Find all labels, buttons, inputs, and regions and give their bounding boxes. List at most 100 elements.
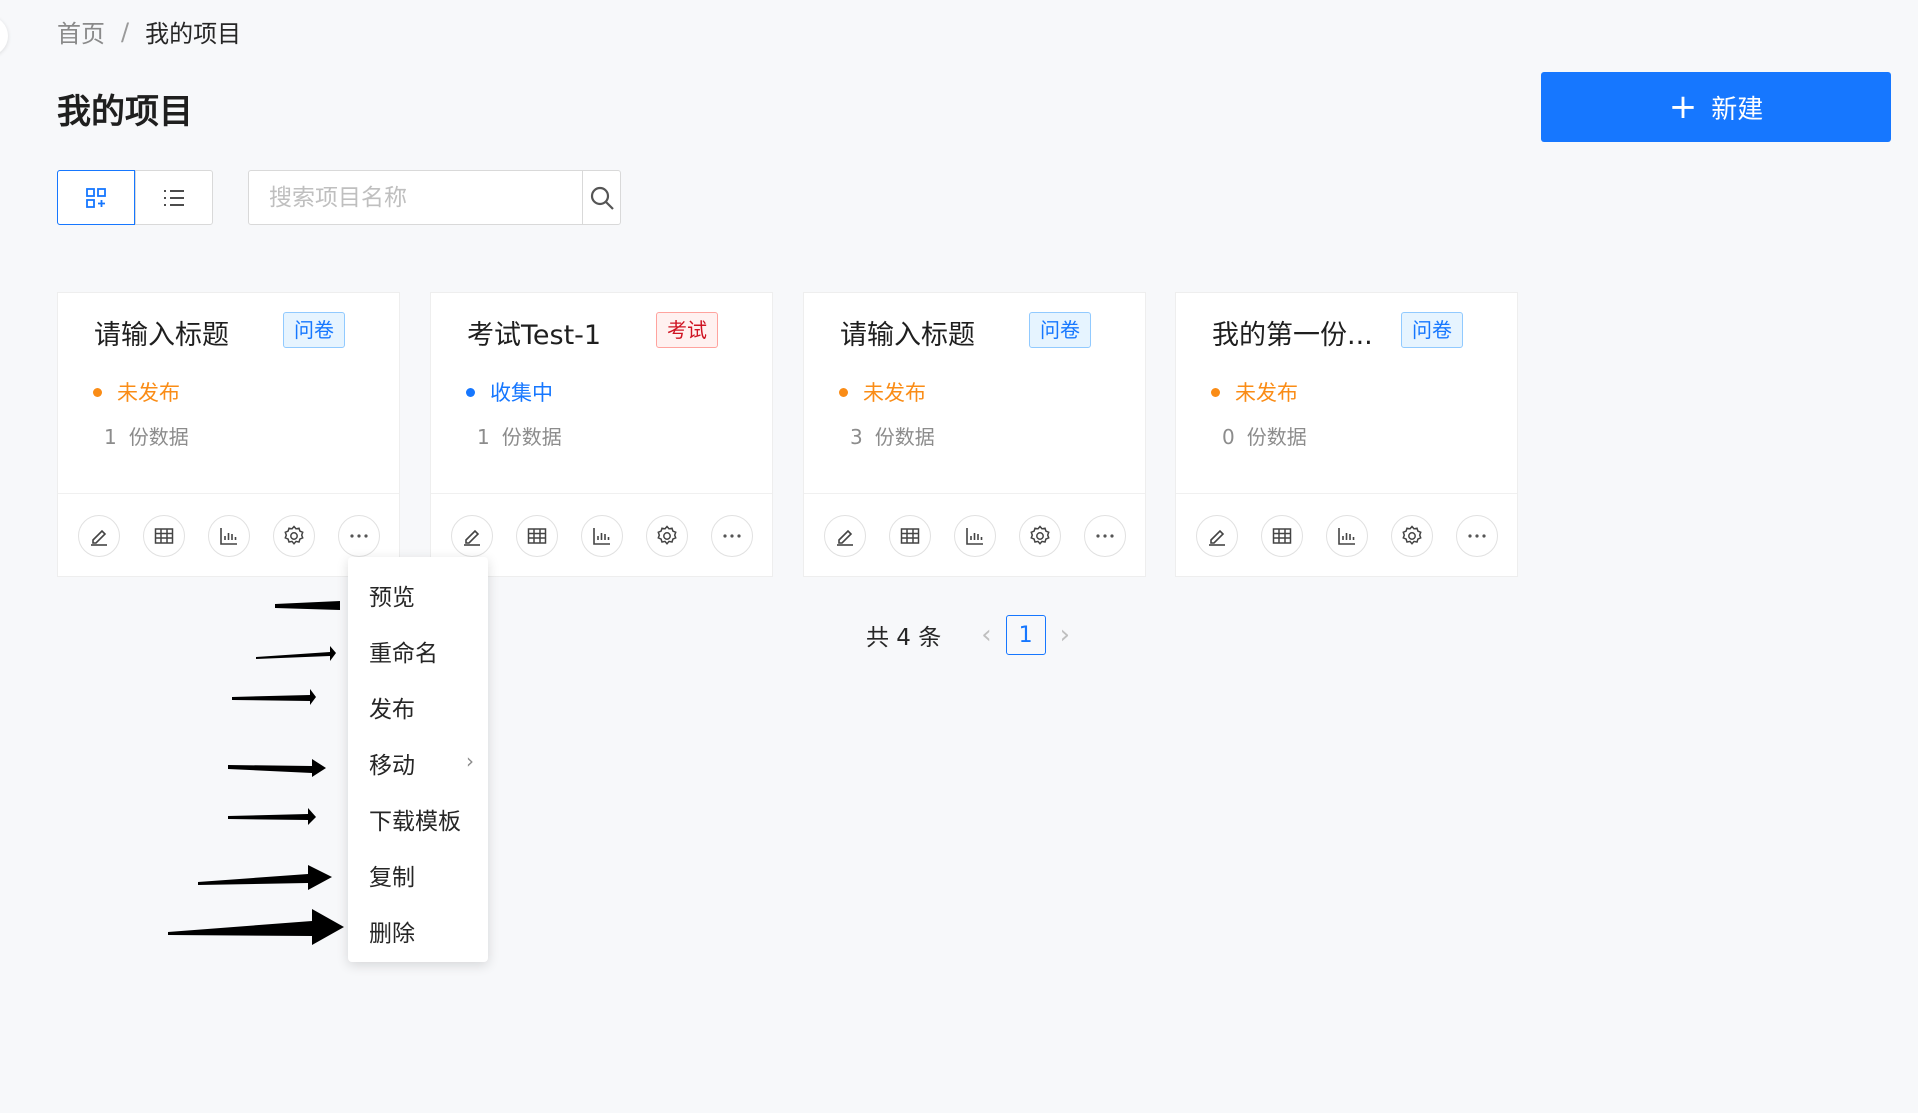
menu-item-publish[interactable]: 发布	[369, 690, 415, 724]
more-button[interactable]	[710, 515, 753, 557]
chart-icon	[218, 525, 240, 547]
settings-button[interactable]	[272, 515, 315, 557]
response-count-label: 份数据	[1246, 425, 1307, 449]
project-title[interactable]: 考试Test-1	[467, 313, 601, 352]
table-icon	[526, 525, 548, 547]
status-dot	[839, 387, 848, 397]
menu-item-download-template[interactable]: 下载模板	[369, 802, 461, 836]
edit-icon	[834, 525, 856, 547]
data-table-button[interactable]	[888, 515, 931, 557]
response-count: 1 份数据	[477, 421, 562, 450]
table-icon	[899, 525, 921, 547]
data-table-button[interactable]	[1260, 515, 1303, 557]
page-number-current[interactable]: 1	[1005, 615, 1046, 655]
arrow-annotation	[256, 646, 336, 661]
status-label: 未发布	[117, 381, 180, 405]
statistics-button[interactable]	[1325, 515, 1368, 557]
table-icon	[153, 525, 175, 547]
edit-button[interactable]	[1195, 515, 1238, 557]
search-button[interactable]	[582, 171, 620, 224]
status-dot	[93, 387, 102, 397]
more-button[interactable]	[1455, 515, 1498, 557]
menu-item-copy[interactable]: 复制	[369, 858, 415, 892]
new-project-label: 新建	[1711, 94, 1764, 125]
arrow-annotation	[168, 909, 344, 945]
status-dot	[1211, 387, 1220, 397]
project-type-tag: 考试	[656, 312, 718, 348]
arrow-annotation	[228, 759, 326, 777]
settings-icon	[282, 524, 306, 548]
project-card[interactable]: 考试Test-1 考试 收集中 1 份数据	[430, 292, 773, 577]
data-table-button[interactable]	[142, 515, 185, 557]
settings-icon	[655, 524, 679, 548]
response-count-number: 3	[850, 425, 863, 449]
project-title[interactable]: 请输入标题	[94, 313, 229, 352]
card-actions	[804, 493, 1145, 578]
menu-item-move[interactable]: 移动	[369, 746, 415, 780]
search-icon	[589, 185, 615, 211]
project-title[interactable]: 我的第一份...	[1212, 313, 1373, 352]
project-card[interactable]: 请输入标题 问卷 未发布 3 份数据	[803, 292, 1146, 577]
menu-item-preview[interactable]: 预览	[369, 578, 415, 612]
project-card[interactable]: 请输入标题 问卷 未发布 1 份数据	[57, 292, 400, 577]
search-box	[248, 170, 621, 225]
breadcrumb-current: 我的项目	[145, 20, 242, 48]
side-collapse-tab[interactable]	[0, 16, 8, 56]
response-count: 1 份数据	[104, 421, 189, 450]
more-icon	[1094, 533, 1116, 539]
breadcrumb: 首页 / 我的项目	[57, 14, 241, 49]
project-status: 未发布	[93, 377, 180, 407]
breadcrumb-separator: /	[121, 17, 130, 46]
settings-button[interactable]	[1018, 515, 1061, 557]
response-count-number: 1	[477, 425, 490, 449]
more-button[interactable]	[1083, 515, 1126, 557]
status-label: 未发布	[863, 381, 926, 405]
next-page-button[interactable]: ›	[1060, 620, 1070, 650]
grid-icon	[85, 187, 107, 209]
pagination-total: 共 4 条	[866, 625, 942, 651]
settings-button[interactable]	[1390, 515, 1433, 557]
chart-icon	[1336, 525, 1358, 547]
more-icon	[1466, 533, 1488, 539]
data-table-button[interactable]	[515, 515, 558, 557]
plus-icon: +	[1668, 87, 1698, 127]
list-icon	[162, 188, 186, 208]
settings-button[interactable]	[645, 515, 688, 557]
edit-button[interactable]	[823, 515, 866, 557]
response-count: 3 份数据	[850, 421, 935, 450]
project-status: 未发布	[1211, 377, 1298, 407]
response-count-label: 份数据	[874, 425, 935, 449]
search-input[interactable]	[249, 171, 582, 224]
status-label: 未发布	[1235, 381, 1298, 405]
project-status: 收集中	[466, 377, 553, 407]
list-view-button[interactable]	[135, 171, 212, 224]
settings-icon	[1400, 524, 1424, 548]
statistics-button[interactable]	[580, 515, 623, 557]
project-title[interactable]: 请输入标题	[840, 313, 975, 352]
response-count-number: 0	[1222, 425, 1235, 449]
new-project-button[interactable]: + 新建	[1541, 72, 1891, 142]
grid-view-button[interactable]	[57, 170, 135, 225]
more-icon	[721, 533, 743, 539]
menu-item-delete[interactable]: 删除	[369, 914, 415, 948]
statistics-button[interactable]	[207, 515, 250, 557]
project-type-tag: 问卷	[1029, 312, 1091, 348]
prev-page-button[interactable]: ‹	[981, 620, 991, 650]
edit-button[interactable]	[77, 515, 120, 557]
arrow-annotation	[228, 808, 316, 825]
response-count-label: 份数据	[501, 425, 562, 449]
response-count: 0 份数据	[1222, 421, 1307, 450]
pagination: 共 4 条 ‹ 1 ›	[866, 615, 1084, 655]
statistics-button[interactable]	[953, 515, 996, 557]
more-button[interactable]	[337, 515, 380, 557]
arrow-annotation	[275, 598, 340, 610]
response-count-number: 1	[104, 425, 117, 449]
annotation-arrows	[168, 598, 344, 945]
project-card[interactable]: 我的第一份... 问卷 未发布 0 份数据	[1175, 292, 1518, 577]
menu-item-rename[interactable]: 重命名	[369, 634, 438, 668]
arrow-annotation	[232, 689, 316, 705]
breadcrumb-home[interactable]: 首页	[57, 14, 105, 49]
edit-button[interactable]	[450, 515, 493, 557]
settings-icon	[1028, 524, 1052, 548]
status-dot	[466, 387, 475, 397]
